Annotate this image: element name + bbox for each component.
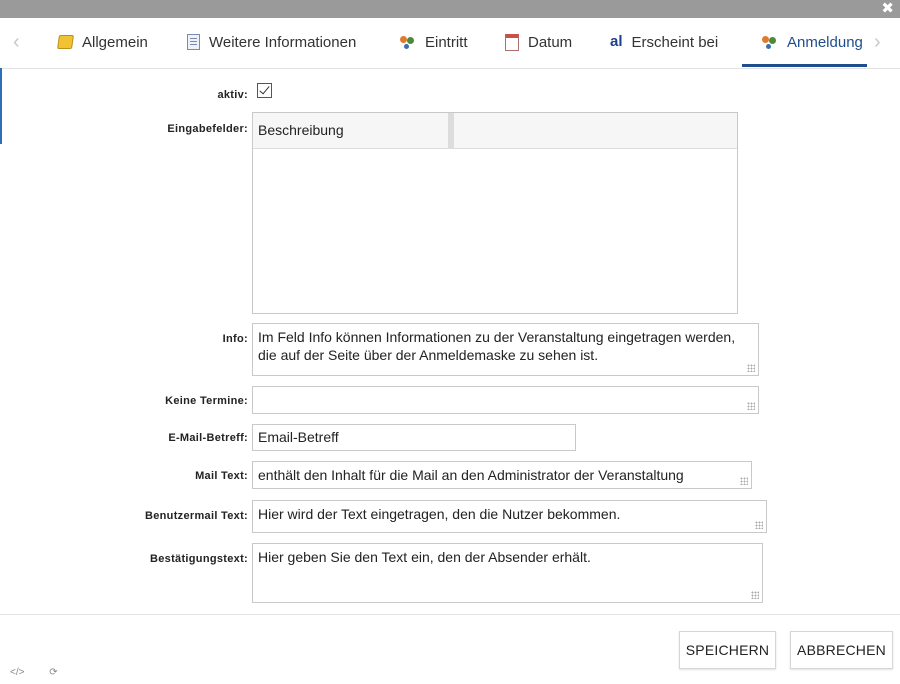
grid-column-resize-handle[interactable] — [448, 113, 454, 148]
people-icon — [762, 34, 778, 50]
dialog-titlebar: ✖ — [0, 0, 900, 18]
tab-erscheint-bei[interactable]: al Erscheint bei — [610, 18, 718, 66]
calendar-icon — [505, 33, 519, 51]
tab-label: Datum — [528, 33, 573, 51]
info-label: Info: — [222, 333, 248, 345]
folder-icon — [57, 35, 74, 49]
email-betreff-text: Email-Betreff — [258, 429, 339, 445]
code-icon[interactable]: </> — [10, 667, 24, 678]
eingabefelder-label: Eingabefelder: — [167, 123, 248, 135]
eingabefelder-grid[interactable]: Beschreibung — [252, 112, 738, 314]
benutzermail-textarea[interactable]: Hier wird der Text eingetragen, den die … — [252, 500, 767, 533]
grid-column-beschreibung[interactable]: Beschreibung — [258, 122, 344, 138]
tab-label: Allgemein — [82, 33, 148, 51]
tab-bar: ‹ Allgemein Weitere Informationen Eintri… — [0, 18, 900, 69]
info-text: Im Feld Info können Informationen zu der… — [258, 329, 736, 363]
resize-grip-icon[interactable] — [747, 364, 755, 372]
save-button[interactable]: SPEICHERN — [679, 631, 776, 669]
close-icon[interactable]: ✖ — [881, 1, 894, 17]
document-icon — [187, 34, 200, 50]
aktiv-label: aktiv: — [217, 89, 248, 101]
benutzermail-label: Benutzermail Text: — [145, 510, 248, 522]
tab-eintritt[interactable]: Eintritt — [400, 18, 468, 66]
bestaetigungstext-text: Hier geben Sie den Text ein, den der Abs… — [258, 549, 591, 565]
grid-header: Beschreibung — [253, 113, 737, 149]
al-icon: al — [610, 33, 623, 50]
tab-anmeldung[interactable]: Anmeldung — [742, 18, 867, 67]
tab-weitere-informationen[interactable]: Weitere Informationen — [187, 18, 356, 66]
bestaetigungstext-label: Bestätigungstext: — [150, 553, 248, 565]
mail-text-textarea[interactable]: enthält den Inhalt für die Mail an den A… — [252, 461, 752, 489]
bestaetigungstext-textarea[interactable]: Hier geben Sie den Text ein, den der Abs… — [252, 543, 763, 603]
tab-label: Anmeldung — [787, 33, 863, 51]
resize-grip-icon[interactable] — [755, 521, 763, 529]
resize-grip-icon[interactable] — [740, 477, 748, 485]
tab-label: Erscheint bei — [631, 33, 719, 51]
tab-allgemein[interactable]: Allgemein — [57, 18, 148, 66]
mail-text-text: enthält den Inhalt für die Mail an den A… — [258, 467, 684, 483]
tab-scroll-left-icon[interactable]: ‹ — [13, 30, 20, 54]
people-icon — [400, 34, 416, 50]
benutzermail-text: Hier wird der Text eingetragen, den die … — [258, 506, 621, 522]
keine-termine-textarea[interactable] — [252, 386, 759, 414]
cancel-button[interactable]: ABBRECHEN — [790, 631, 893, 669]
email-betreff-label: E-Mail-Betreff: — [168, 432, 248, 444]
email-betreff-input[interactable]: Email-Betreff — [252, 424, 576, 451]
resize-grip-icon[interactable] — [751, 591, 759, 599]
tab-label: Weitere Informationen — [209, 33, 357, 51]
info-textarea[interactable]: Im Feld Info können Informationen zu der… — [252, 323, 759, 376]
refresh-icon[interactable]: ⟳ — [49, 667, 57, 678]
tab-scroll-right-icon[interactable]: › — [874, 30, 881, 54]
mail-text-label: Mail Text: — [195, 470, 248, 482]
dialog-footer: SPEICHERN ABBRECHEN </> ⟳ — [0, 614, 900, 684]
resize-grip-icon[interactable] — [747, 402, 755, 410]
tab-label: Eintritt — [425, 33, 468, 51]
keine-termine-label: Keine Termine: — [165, 395, 248, 407]
bottom-toolbar: </> ⟳ — [10, 667, 80, 678]
tab-datum[interactable]: Datum — [505, 18, 572, 66]
aktiv-checkbox[interactable] — [257, 83, 272, 98]
